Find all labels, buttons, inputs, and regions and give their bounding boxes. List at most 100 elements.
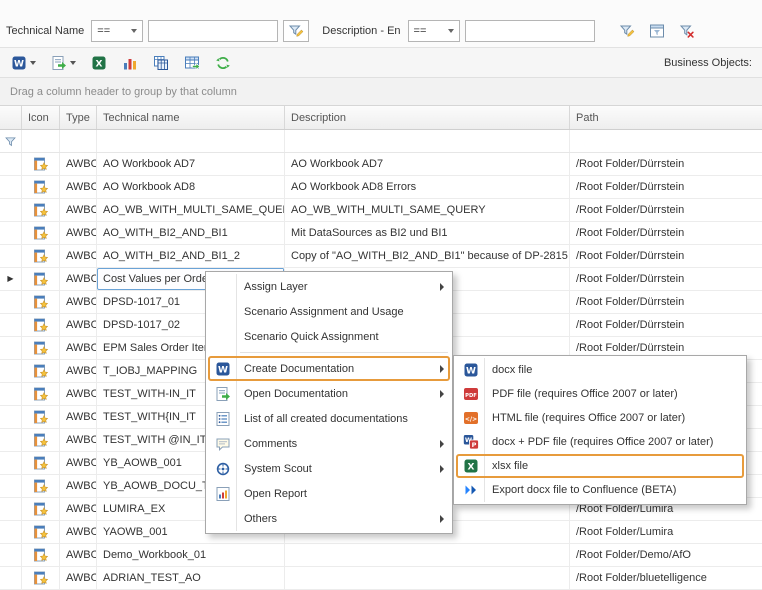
technical-name-filter-input[interactable] (148, 20, 278, 42)
menu-item-icon-cell (208, 436, 238, 452)
row-icon-cell (22, 475, 60, 497)
technical-name-cell[interactable]: AO_WB_WITH_MULTI_SAME_QUERY (97, 199, 285, 221)
type-cell: AWBO (60, 337, 97, 359)
filter-editor-button[interactable] (644, 20, 670, 42)
description-cell[interactable] (285, 544, 570, 566)
description-cell[interactable]: Copy of "AO_WITH_BI2_AND_BI1" because of… (285, 245, 570, 267)
description-filter-input[interactable] (465, 20, 595, 42)
grid-filter-row (0, 130, 762, 153)
column-header-icon[interactable]: Icon (22, 106, 60, 129)
path-cell[interactable]: /Root Folder/Dürrstein (570, 176, 762, 198)
technical-name-filter-menu-button[interactable] (283, 20, 309, 42)
column-header-path[interactable]: Path (570, 106, 762, 129)
submenu-arrow-icon (440, 390, 444, 398)
svg-text:X: X (96, 59, 103, 69)
menu-item-icon (215, 304, 231, 320)
path-cell[interactable]: /Root Folder/Dürrstein (570, 199, 762, 221)
filter-cell-icon[interactable] (22, 130, 60, 152)
submenu-arrow-icon (440, 515, 444, 523)
technical-name-cell[interactable]: AO Workbook AD8 (97, 176, 285, 198)
menu-item-create-documentation[interactable]: W Create Documentation (208, 356, 450, 381)
path-cell[interactable]: /Root Folder/Dürrstein (570, 245, 762, 267)
column-header-description[interactable]: Description (285, 106, 570, 129)
path-cell[interactable]: /Root Folder/Dürrstein (570, 314, 762, 336)
menu-item-label: Comments (238, 438, 297, 450)
menu-item-label: Others (238, 513, 277, 525)
column-header-type[interactable]: Type (60, 106, 97, 129)
create-documentation-button[interactable]: W (8, 51, 39, 75)
technical-name-cell[interactable]: AO Workbook AD7 (97, 153, 285, 175)
svg-text:W: W (14, 59, 24, 69)
menu-item-list-of-created-documentations[interactable]: List of all created documentations (208, 406, 450, 431)
type-cell: AWBO (60, 176, 97, 198)
table-row[interactable]: ▶ AWBO AO_WB_WITH_MULTI_SAME_QUERY AO_WB… (0, 199, 762, 222)
menu-item-icon (215, 279, 231, 295)
menu-item-assign-layer[interactable]: Assign Layer (208, 274, 450, 299)
submenu-item-html-file[interactable]: </> HTML file (requires Office 2007 or l… (456, 406, 744, 430)
menu-item-open-documentation[interactable]: Open Documentation (208, 381, 450, 406)
description-operator-select[interactable]: == (408, 20, 460, 42)
path-cell[interactable]: /Root Folder/Dürrstein (570, 153, 762, 175)
description-cell[interactable]: Mit DataSources as BI2 und BI1 (285, 222, 570, 244)
column-header-technical-name[interactable]: Technical name (97, 106, 285, 129)
menu-item-icon-cell (208, 486, 238, 502)
type-cell: AWBO (60, 245, 97, 267)
filter-cell-type[interactable] (60, 130, 97, 152)
open-documentation-button[interactable] (48, 51, 79, 75)
description-cell[interactable]: AO_WB_WITH_MULTI_SAME_QUERY (285, 199, 570, 221)
export-table-button[interactable] (181, 51, 203, 75)
table-row[interactable]: ▶ AWBO Demo_Workbook_01 /Root Folder/Dem… (0, 544, 762, 567)
export-xlsx-button[interactable]: X (88, 51, 110, 75)
clear-filter-button[interactable] (674, 20, 700, 42)
filter-button[interactable] (614, 20, 640, 42)
path-cell[interactable]: /Root Folder/Dürrstein (570, 268, 762, 290)
technical-name-operator-select[interactable]: == (91, 20, 143, 42)
submenu-arrow-icon (440, 440, 444, 448)
path-cell[interactable]: /Root Folder/bluetelligence (570, 567, 762, 589)
technical-name-cell[interactable]: AO_WITH_BI2_AND_BI1 (97, 222, 285, 244)
technical-name-cell[interactable]: AO_WITH_BI2_AND_BI1_2 (97, 245, 285, 267)
group-by-panel[interactable]: Drag a column header to group by that co… (0, 78, 762, 106)
filter-cell-path[interactable] (570, 130, 762, 152)
submenu-item-export-docx-confluence[interactable]: Export docx file to Confluence (BETA) (456, 478, 744, 502)
description-cell[interactable]: AO Workbook AD7 (285, 153, 570, 175)
path-cell[interactable]: /Root Folder/Lumira (570, 521, 762, 543)
description-cell[interactable]: AO Workbook AD8 Errors (285, 176, 570, 198)
table-row[interactable]: ▶ AWBO AO_WITH_BI2_AND_BI1 Mit DataSourc… (0, 222, 762, 245)
row-indicator-cell: ▶ (0, 406, 22, 428)
table-row[interactable]: ▶ AWBO AO_WITH_BI2_AND_BI1_2 Copy of "AO… (0, 245, 762, 268)
table-export-icon (184, 55, 200, 71)
row-icon-cell (22, 521, 60, 543)
svg-text:</>: </> (465, 416, 477, 423)
table-row[interactable]: ▶ AWBO ADRIAN_TEST_AO /Root Folder/bluet… (0, 567, 762, 590)
menu-separator[interactable] (208, 349, 450, 356)
submenu-item-pdf-file[interactable]: PDF PDF file (requires Office 2007 or la… (456, 382, 744, 406)
submenu-item-docx-pdf-file[interactable]: WP docx + PDF file (requires Office 2007… (456, 430, 744, 454)
submenu-item-xlsx-file[interactable]: X xlsx file (456, 454, 744, 478)
awbo-workbook-icon (33, 179, 49, 195)
menu-item-open-report[interactable]: Open Report (208, 481, 450, 506)
copy-table-button[interactable] (150, 51, 172, 75)
filter-cell-technical-name[interactable] (97, 130, 285, 152)
table-row[interactable]: ▶ AWBO AO Workbook AD7 AO Workbook AD7 /… (0, 153, 762, 176)
menu-item-scenario-assignment-and-usage[interactable]: Scenario Assignment and Usage (208, 299, 450, 324)
filter-cell-description[interactable] (285, 130, 570, 152)
refresh-icon (215, 55, 231, 71)
menu-item-system-scout[interactable]: System Scout (208, 456, 450, 481)
submenu-item-docx-file[interactable]: W docx file (456, 358, 744, 382)
chart-button[interactable] (119, 51, 141, 75)
row-icon-cell (22, 498, 60, 520)
menu-item-scenario-quick-assignment[interactable]: Scenario Quick Assignment (208, 324, 450, 349)
technical-name-cell[interactable]: Demo_Workbook_01 (97, 544, 285, 566)
path-cell[interactable]: /Root Folder/Demo/AfO (570, 544, 762, 566)
table-row[interactable]: ▶ AWBO AO Workbook AD8 AO Workbook AD8 E… (0, 176, 762, 199)
path-cell[interactable]: /Root Folder/Dürrstein (570, 222, 762, 244)
refresh-button[interactable] (212, 51, 234, 75)
technical-name-cell[interactable]: ADRIAN_TEST_AO (97, 567, 285, 589)
menu-item-others[interactable]: Others (208, 506, 450, 531)
menu-item-comments[interactable]: Comments (208, 431, 450, 456)
svg-text:W: W (218, 365, 228, 375)
type-cell: AWBO (60, 544, 97, 566)
description-cell[interactable] (285, 567, 570, 589)
path-cell[interactable]: /Root Folder/Dürrstein (570, 291, 762, 313)
